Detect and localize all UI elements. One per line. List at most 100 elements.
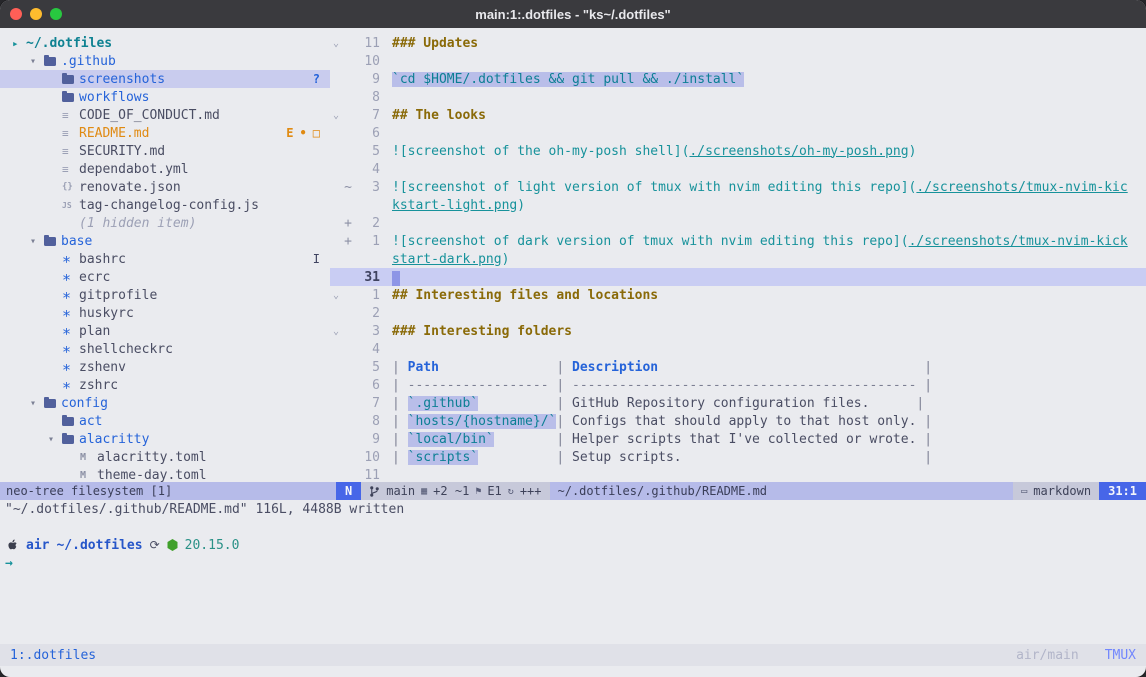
tree-item[interactable]: ≡dependabot.yml (0, 160, 330, 178)
cursor (392, 271, 400, 286)
chevron-right-icon[interactable]: ▸ (12, 37, 26, 50)
editor-line[interactable]: ⌄1## Interesting files and locations (330, 286, 1146, 304)
tree-item[interactable]: *ecrc (0, 268, 330, 286)
editor-line[interactable]: 11 (330, 466, 1146, 482)
tree-item[interactable]: act (0, 412, 330, 430)
chevron-down-icon[interactable]: ▾ (30, 56, 44, 67)
tree-item[interactable]: *gitprofile (0, 286, 330, 304)
text-segment-md: ) (909, 144, 917, 159)
star-glyph: * (62, 348, 71, 356)
tree-item[interactable]: *zshrc (0, 376, 330, 394)
zoom-button[interactable] (50, 8, 62, 20)
text-segment-p: | (392, 396, 408, 411)
fold-open-icon[interactable]: ⌄ (330, 326, 342, 337)
tree-item-label: CODE_OF_CONDUCT.md (79, 108, 220, 123)
editor-line[interactable]: 8 (330, 88, 1146, 106)
tree-item[interactable]: Mtheme-day.toml (0, 466, 330, 482)
editor-line-current[interactable]: 31 (330, 268, 1146, 286)
editor-line[interactable]: ⌄3### Interesting folders (330, 322, 1146, 340)
tree-item-label: ecrc (79, 270, 110, 285)
fold-open-icon[interactable]: ⌄ (330, 110, 342, 121)
text-segment-p: | (392, 360, 408, 375)
star-file-icon: * (62, 309, 79, 317)
close-button[interactable] (10, 8, 22, 20)
line-text: ### Updates (392, 36, 478, 51)
window-title: main:1:.dotfiles - "ks~/.dotfiles" (475, 7, 670, 22)
doc-file-icon: ≡ (62, 163, 79, 176)
line-number: 5 (354, 144, 380, 159)
line-number: 9 (354, 432, 380, 447)
line-number: 11 (354, 36, 380, 51)
tree-item[interactable]: screenshots? (0, 70, 330, 88)
tmux-session-name: air/main (1016, 648, 1079, 663)
editor-line[interactable]: +2 (330, 214, 1146, 232)
tree-item[interactable]: workflows (0, 88, 330, 106)
text-segment-url: ./screenshots/oh-my-posh.png (689, 144, 908, 159)
node-version: 20.15.0 (185, 538, 240, 553)
tree-item-label: renovate.json (79, 180, 181, 195)
tree-item[interactable]: ≡SECURITY.md (0, 142, 330, 160)
editor-line[interactable]: 6| ------------------ | ----------------… (330, 376, 1146, 394)
editor-line[interactable]: 10 (330, 52, 1146, 70)
tree-item[interactable]: ▸~/.dotfiles (0, 34, 330, 52)
chevron-down-icon[interactable]: ▾ (30, 236, 44, 247)
tmux-window-item[interactable]: 1:.dotfiles (10, 648, 96, 663)
editor-line[interactable]: 8| `hosts/{hostname}/`| Configs that sho… (330, 412, 1146, 430)
tree-item[interactable]: ▾.github (0, 52, 330, 70)
tree-item[interactable]: *plan (0, 322, 330, 340)
minimize-button[interactable] (30, 8, 42, 20)
buffer-icon: ▦ (421, 486, 427, 497)
editor-line[interactable]: 4 (330, 160, 1146, 178)
editor-line[interactable]: 10| `scripts` | Setup scripts. | (330, 448, 1146, 466)
editor-line[interactable]: ~3![screenshot of light version of tmux … (330, 178, 1146, 196)
toml-glyph: M (80, 470, 86, 481)
editor-line[interactable]: 4 (330, 340, 1146, 358)
text-segment-p: | (556, 378, 572, 393)
tree-item[interactable]: ▾base (0, 232, 330, 250)
editor-line[interactable]: kstart-light.png) (330, 196, 1146, 214)
text-segment-t: Helper scripts that I've collected or wr… (572, 432, 924, 447)
line-number: 11 (354, 468, 380, 483)
plugin-icon: ↻ (508, 486, 514, 497)
editor-line[interactable]: ⌄7## The looks (330, 106, 1146, 124)
editor-line[interactable]: 5| Path | Description | (330, 358, 1146, 376)
chevron-down-icon[interactable]: ▾ (48, 434, 62, 445)
tree-item[interactable]: ▾alacritty (0, 430, 330, 448)
editor-line[interactable]: 5![screenshot of the oh-my-posh shell](.… (330, 142, 1146, 160)
json-file-icon: {} (62, 182, 79, 192)
text-segment-h: ## Interesting files and locations (392, 288, 658, 303)
tmux-status-bar: 1:.dotfiles air/main TMUX (0, 644, 1146, 666)
editor-line[interactable]: 7| `.github` | GitHub Repository configu… (330, 394, 1146, 412)
tree-item[interactable]: (1 hidden item) (0, 214, 330, 232)
text-segment-p: | (924, 432, 932, 447)
tree-item[interactable]: *shellcheckrc (0, 340, 330, 358)
tree-item[interactable]: JStag-changelog-config.js (0, 196, 330, 214)
line-text: | `local/bin` | Helper scripts that I've… (392, 432, 932, 447)
tree-item[interactable]: ▾config (0, 394, 330, 412)
text-segment-code: `local/bin` (408, 432, 494, 447)
tree-item[interactable]: *zshenv (0, 358, 330, 376)
chevron-down-icon[interactable]: ▾ (30, 398, 44, 409)
folder-icon (44, 399, 61, 408)
editor-line[interactable]: 2 (330, 304, 1146, 322)
tree-item[interactable]: ≡README.mdE•□ (0, 124, 330, 142)
tree-item[interactable]: {}renovate.json (0, 178, 330, 196)
editor-line[interactable]: start-dark.png) (330, 250, 1146, 268)
editor-line[interactable]: ⌄ 11 ### Updates (330, 34, 1146, 52)
editor-line[interactable]: +1![screenshot of dark version of tmux w… (330, 232, 1146, 250)
line-text: | `.github` | GitHub Repository configur… (392, 396, 924, 411)
tree-item[interactable]: *bashrcI (0, 250, 330, 268)
editor-line[interactable]: 9 | `local/bin` | Helper scripts that I'v… (330, 430, 1146, 448)
fold-open-icon[interactable]: ⌄ (330, 38, 342, 49)
shell-pane[interactable]: air ~/.dotfiles ⟳ 20.15.0 → (0, 518, 1146, 644)
text-segment-p: | (556, 450, 572, 465)
tree-item[interactable]: *huskyrc (0, 304, 330, 322)
editor-line[interactable]: 6 (330, 124, 1146, 142)
editor-line[interactable]: 9`cd $HOME/.dotfiles && git pull && ./in… (330, 70, 1146, 88)
line-text: | Path | Description | (392, 360, 932, 375)
tree-item[interactable]: ≡CODE_OF_CONDUCT.md (0, 106, 330, 124)
text-segment-url: ./screenshots/tmux-nvim-kic (916, 180, 1127, 195)
fold-open-icon[interactable]: ⌄ (330, 290, 342, 301)
line-number: 6 (354, 126, 380, 141)
tree-item[interactable]: Malacritty.toml (0, 448, 330, 466)
